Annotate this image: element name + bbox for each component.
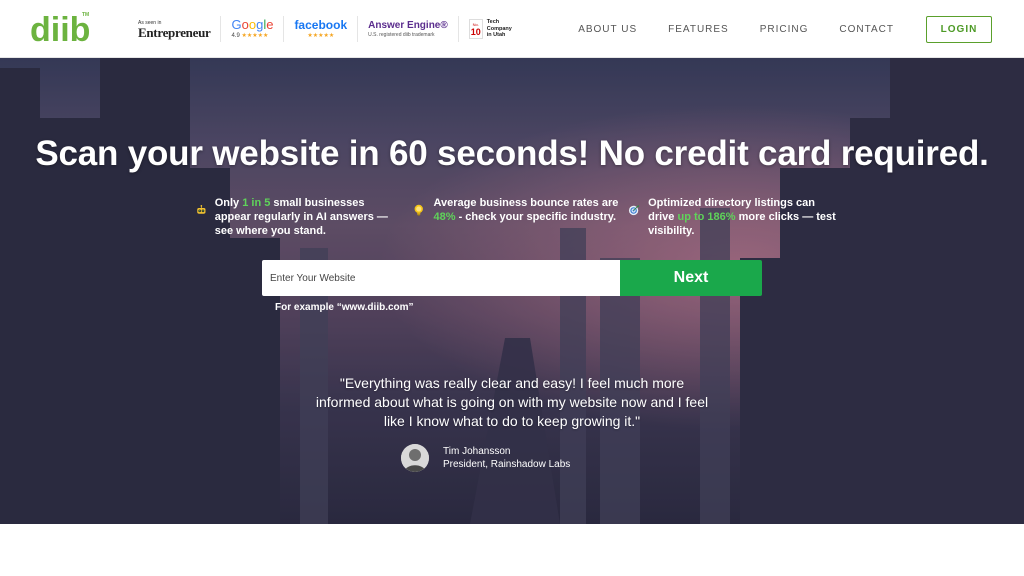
- author-name: Tim Johansson: [443, 446, 511, 457]
- main-nav: ABOUT US FEATURES PRICING CONTACT LOGIN: [578, 0, 1024, 58]
- website-scan-form: Next: [262, 260, 762, 296]
- author-title: President, Rainshadow Labs: [443, 459, 571, 470]
- feature-list: Only 1 in 5 small businesses appear regu…: [196, 196, 836, 242]
- entrepreneur-logo: As seen in Entrepreneur: [128, 16, 222, 42]
- nav-pricing[interactable]: PRICING: [760, 24, 809, 35]
- target-icon: [628, 204, 640, 216]
- hero-section: Scan your website in 60 seconds! No cred…: [0, 58, 1024, 524]
- press-logos: As seen in Entrepreneur Google 4.9 ★★★★★…: [128, 14, 522, 44]
- star-rating-icon: ★★★★★: [307, 32, 335, 39]
- testimonial-quote: "Everything was really clear and easy! I…: [315, 375, 709, 429]
- google-rating: Google 4.9 ★★★★★: [221, 16, 285, 42]
- hero-headline: Scan your website in 60 seconds! No cred…: [35, 134, 989, 173]
- nav-about-us[interactable]: ABOUT US: [578, 24, 637, 35]
- feature-ai-answers: Only 1 in 5 small businesses appear regu…: [196, 196, 396, 238]
- testimonial-author: Tim Johansson President, Rainshadow Labs: [401, 443, 570, 473]
- feature-bounce-rates: Average business bounce rates are 48% - …: [412, 196, 626, 224]
- robot-icon: [197, 205, 206, 214]
- lightbulb-icon: [414, 204, 423, 216]
- facebook-rating: facebook ★★★★★: [284, 16, 359, 42]
- tech-company-badge: No. 10 Tech Company in Utah: [468, 19, 512, 39]
- svg-text:TM: TM: [82, 12, 89, 18]
- nav-features[interactable]: FEATURES: [668, 24, 729, 35]
- diib-logo[interactable]: diib TM: [30, 8, 94, 48]
- feature-directory-listings: Optimized directory listings can drive u…: [628, 196, 838, 238]
- website-input[interactable]: [262, 260, 620, 296]
- login-button[interactable]: LOGIN: [926, 15, 992, 43]
- facebook-logo: facebook: [294, 17, 348, 32]
- avatar: [401, 444, 429, 472]
- google-logo: Google: [231, 17, 274, 32]
- answer-engine-badge: Answer Engine® U.S. registered diib trad…: [358, 16, 459, 42]
- award-badge-icon: No. 10: [468, 19, 483, 39]
- next-button[interactable]: Next: [620, 260, 762, 296]
- nav-contact[interactable]: CONTACT: [839, 24, 894, 35]
- star-rating-icon: ★★★★★: [241, 33, 269, 39]
- site-header: diib TM As seen in Entrepreneur Google 4…: [0, 0, 1024, 58]
- input-example-hint: For example “www.diib.com”: [275, 302, 414, 313]
